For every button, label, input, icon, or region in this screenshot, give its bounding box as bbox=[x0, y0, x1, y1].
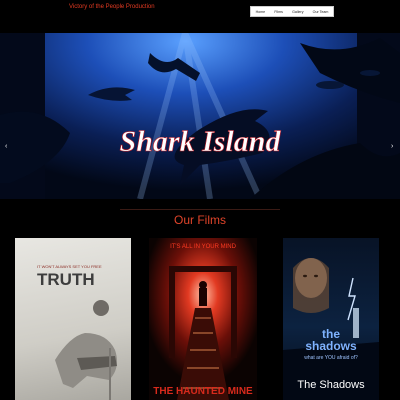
section-title: Our Films bbox=[174, 213, 226, 227]
poster-truth-title: TRUTH bbox=[37, 270, 95, 289]
main-nav: Home Films Gallery Our Team bbox=[250, 6, 334, 17]
site-header: Victory of the People Production Home Fi… bbox=[0, 0, 400, 32]
poster-haunted-mine-art: IT'S ALL IN YOUR MIND THE HAUNTED MINE bbox=[149, 238, 257, 400]
poster-haunted-mine-tagline: IT'S ALL IN YOUR MIND bbox=[170, 244, 236, 250]
film-poster-truth[interactable]: IT WON'T ALWAYS SET YOU FREE TRUTH bbox=[15, 238, 131, 400]
hero-title: Shark Island bbox=[120, 125, 282, 158]
poster-truth-tagline: IT WON'T ALWAYS SET YOU FREE bbox=[37, 264, 102, 269]
film-poster-haunted-mine[interactable]: IT'S ALL IN YOUR MIND THE HAUNTED MINE bbox=[149, 238, 257, 400]
poster-shadows-caption: The Shadows bbox=[297, 379, 365, 391]
poster-shadows-title-line2: shadows bbox=[305, 339, 357, 353]
poster-shadows-tagline: what are YOU afraid of? bbox=[304, 355, 358, 361]
nav-home[interactable]: Home bbox=[256, 10, 266, 14]
poster-the-shadows-art: the shadows what are YOU afraid of? The … bbox=[283, 258, 379, 400]
poster-truth-art: IT WON'T ALWAYS SET YOU FREE TRUTH bbox=[37, 264, 117, 400]
hero-slider[interactable]: Shark Island ‹ › bbox=[0, 33, 400, 199]
section-divider bbox=[120, 209, 280, 210]
nav-our-team[interactable]: Our Team bbox=[313, 10, 329, 14]
nav-gallery[interactable]: Gallery bbox=[292, 10, 303, 14]
nav-films[interactable]: Films bbox=[274, 10, 283, 14]
poster-haunted-mine-title: THE HAUNTED MINE bbox=[153, 386, 253, 397]
film-poster-the-shadows[interactable]: the shadows what are YOU afraid of? The … bbox=[283, 238, 379, 400]
hero-slide-image: Shark Island bbox=[0, 33, 400, 199]
chevron-left-icon[interactable]: ‹ bbox=[5, 143, 7, 150]
site-brand[interactable]: Victory of the People Production bbox=[69, 4, 155, 10]
chevron-right-icon[interactable]: › bbox=[391, 143, 393, 150]
